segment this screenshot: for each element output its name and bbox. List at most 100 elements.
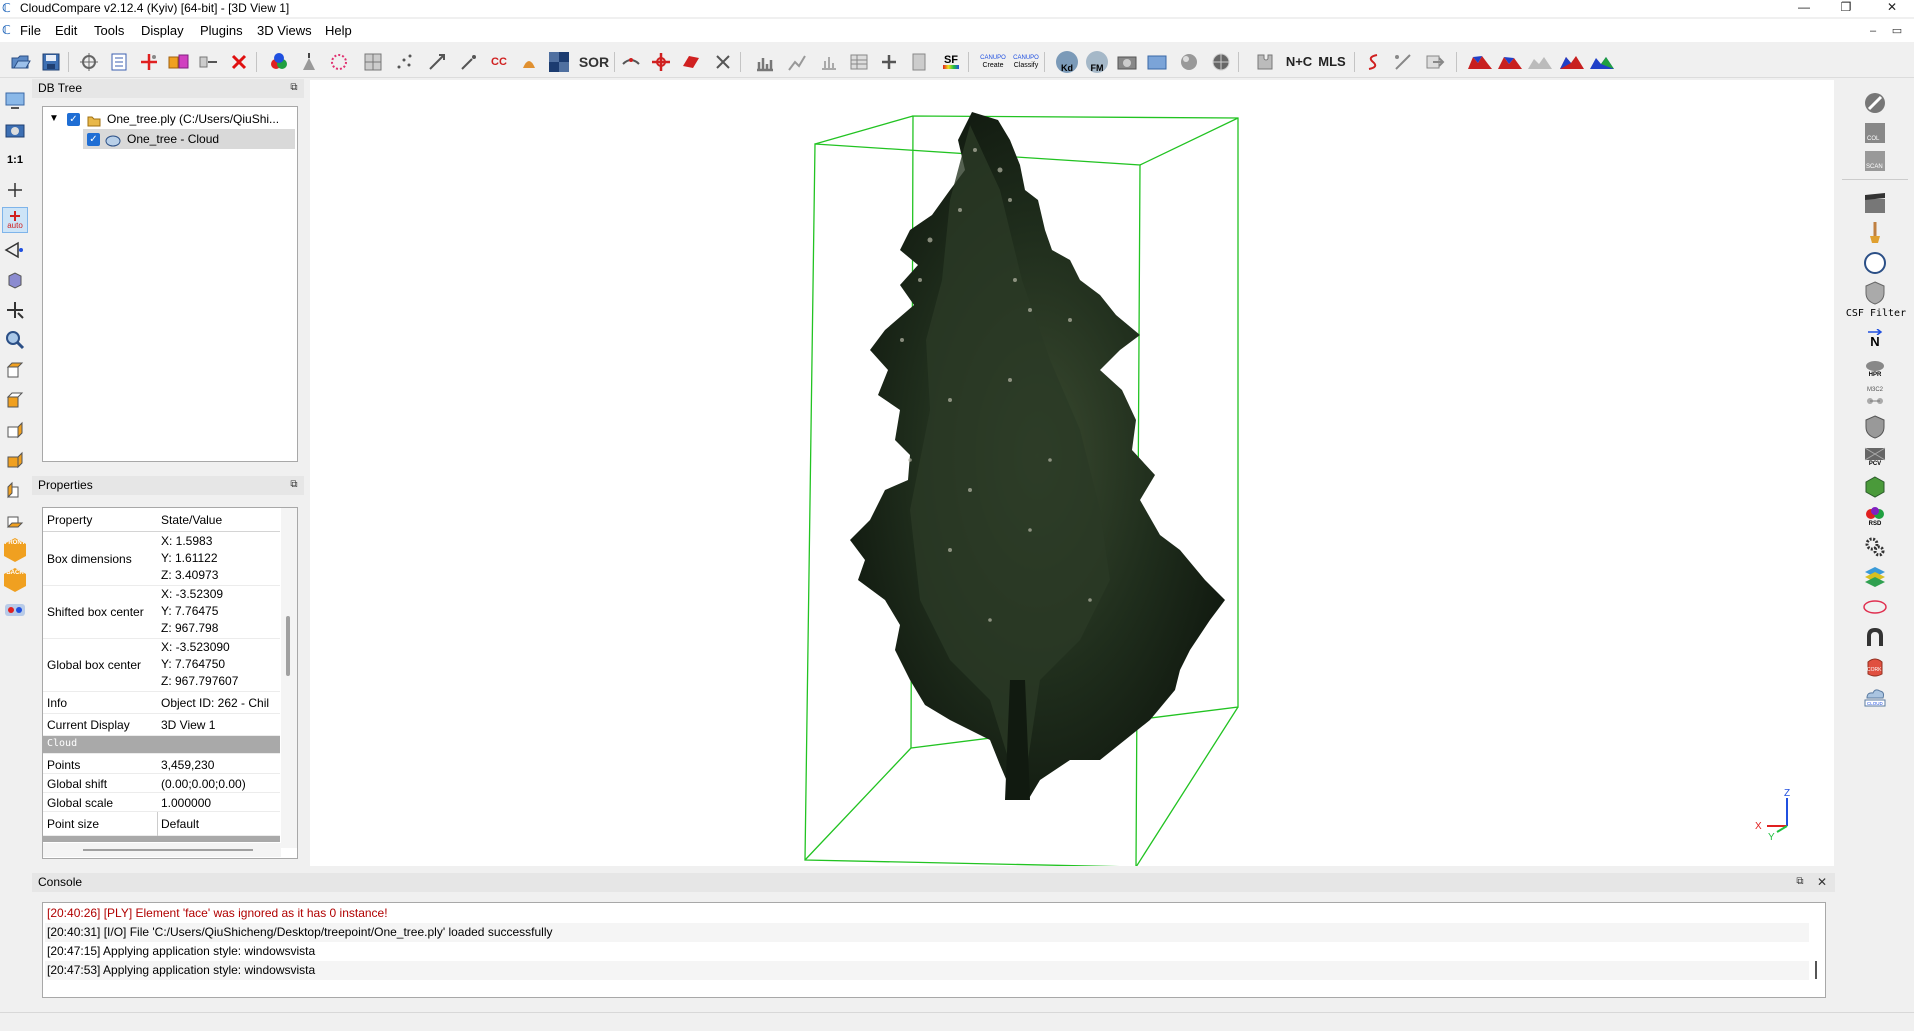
rsd-icon[interactable]: RSD — [1861, 504, 1889, 530]
export-icon[interactable] — [1424, 51, 1446, 73]
stereo-icon[interactable] — [2, 597, 28, 623]
mdi-minimize-icon[interactable]: – — [1862, 22, 1884, 40]
camera-icon[interactable] — [1116, 51, 1138, 73]
cross-section-icon[interactable] — [620, 51, 642, 73]
tree-item-cloud[interactable]: ✓ One_tree - Cloud — [83, 129, 295, 149]
cloud-layers-icon[interactable]: CLOUD — [1861, 684, 1889, 710]
console-close-icon[interactable]: ✕ — [1815, 875, 1829, 889]
cork-icon[interactable]: CORK — [1861, 654, 1889, 680]
pivot-icon[interactable] — [2, 177, 28, 203]
octree-icon[interactable] — [328, 51, 350, 73]
arch-icon[interactable] — [1861, 624, 1889, 650]
normals-icon[interactable] — [298, 51, 320, 73]
cloud-checkbox[interactable]: ✓ — [87, 133, 100, 146]
sample-points-icon[interactable] — [1392, 51, 1414, 73]
polyline-icon[interactable] — [786, 51, 808, 73]
ellipse-icon[interactable] — [1861, 594, 1889, 620]
view-iso-back-icon[interactable]: BACK — [2, 567, 28, 593]
fast-marching-icon[interactable]: FM — [1084, 51, 1110, 73]
hpr-icon[interactable]: HPR — [1861, 356, 1889, 382]
north-arrow-icon[interactable]: N — [1861, 326, 1889, 352]
calculator-icon[interactable] — [908, 51, 930, 73]
kdtree-icon[interactable]: Kd — [1054, 51, 1080, 73]
console-float-icon[interactable]: ⧉ — [1793, 875, 1807, 889]
puzzle-icon[interactable] — [1254, 51, 1276, 73]
subsample-icon[interactable] — [198, 51, 220, 73]
csf-filter-label[interactable]: CSF Filter — [1838, 308, 1914, 319]
expand-arrow-icon[interactable]: ▼ — [49, 109, 59, 129]
pcv-icon[interactable]: PCV — [1861, 444, 1889, 470]
points-scatter-icon[interactable] — [394, 51, 416, 73]
delete-icon[interactable] — [228, 51, 250, 73]
mdi-restore-icon[interactable]: ▭ — [1886, 22, 1908, 40]
merge-icon[interactable] — [168, 51, 190, 73]
view-iso-front-icon[interactable]: FRONT — [2, 537, 28, 563]
plane-icon[interactable] — [680, 51, 702, 73]
color-icon[interactable] — [268, 51, 290, 73]
scissors-icon[interactable] — [712, 51, 734, 73]
layers-icon[interactable] — [1861, 564, 1889, 590]
mls-icon[interactable]: MLS — [1316, 51, 1348, 73]
brush-icon[interactable] — [1861, 220, 1889, 246]
view-right-icon[interactable] — [2, 477, 28, 503]
perspective-icon[interactable] — [2, 237, 28, 263]
sf-icon[interactable]: SF — [938, 51, 964, 73]
menu-plugins[interactable]: Plugins — [200, 23, 243, 39]
spline-icon[interactable] — [1362, 51, 1384, 73]
m3c2-icon[interactable]: M3C2 — [1861, 384, 1889, 410]
menu-file[interactable]: File — [20, 23, 41, 39]
table-icon[interactable] — [848, 51, 870, 73]
console-scroll-handle[interactable] — [1815, 961, 1817, 979]
poisson-icon[interactable] — [1861, 474, 1889, 500]
add-icon[interactable] — [878, 51, 900, 73]
plugin-blue-icon[interactable] — [1558, 51, 1586, 73]
plugin-red-icon[interactable] — [1466, 51, 1494, 73]
maximize-icon[interactable]: ❐ — [1828, 0, 1864, 17]
canupo-create-icon[interactable]: CANUPO Create — [980, 51, 1006, 73]
menu-help[interactable]: Help — [325, 23, 352, 39]
menu-3d-views[interactable]: 3D Views — [257, 23, 312, 39]
col-icon[interactable]: COL — [1861, 120, 1889, 146]
render-icon[interactable] — [1146, 51, 1168, 73]
mesh-icon[interactable] — [362, 51, 384, 73]
view-back-icon[interactable] — [2, 447, 28, 473]
compass-icon[interactable] — [1861, 250, 1889, 276]
tree-item-root[interactable]: ▼ ✓ One_tree.ply (C:/Users/QiuShi... — [47, 109, 295, 129]
view-left-icon[interactable] — [2, 417, 28, 443]
clone-icon[interactable] — [78, 51, 100, 73]
view-bottom-icon[interactable] — [2, 507, 28, 533]
filter-shield-icon[interactable] — [1861, 414, 1889, 440]
save-icon[interactable] — [40, 51, 62, 73]
sphere-icon[interactable] — [1178, 51, 1200, 73]
plugin-gray-icon[interactable] — [1526, 51, 1554, 73]
view-front-icon[interactable] — [2, 387, 28, 413]
list-icon[interactable] — [108, 51, 130, 73]
clapperboard-icon[interactable] — [1861, 190, 1889, 216]
menu-tools[interactable]: Tools — [94, 23, 124, 39]
point-cloud-canvas[interactable]: Z X Y — [310, 80, 1834, 868]
properties-vscroll[interactable] — [281, 508, 297, 848]
shield-icon[interactable] — [1861, 280, 1889, 306]
zoom-icon[interactable] — [2, 327, 28, 353]
connected-components-icon[interactable]: CC — [488, 51, 510, 73]
histogram-icon[interactable] — [754, 51, 776, 73]
translate-icon[interactable] — [426, 51, 448, 73]
pan-icon[interactable] — [2, 297, 28, 323]
scalar-field-icon[interactable] — [518, 51, 540, 73]
dbtree-float-icon[interactable]: ⧉ — [287, 81, 301, 95]
screen-icon[interactable] — [2, 87, 28, 113]
gears-icon[interactable] — [1861, 534, 1889, 560]
point-size-combo[interactable]: Default — [161, 817, 279, 831]
auto-pivot-button[interactable]: auto — [2, 207, 28, 233]
view-top-icon[interactable] — [2, 357, 28, 383]
disable-icon[interactable] — [1861, 90, 1889, 116]
3d-view[interactable]: Z X Y — [310, 80, 1834, 868]
camera-snapshot-icon[interactable] — [2, 117, 28, 143]
checker-icon[interactable] — [548, 51, 570, 73]
move-icon[interactable] — [650, 51, 672, 73]
open-icon[interactable] — [10, 51, 32, 73]
canupo-classify-icon[interactable]: CANUPO Classify — [1012, 51, 1040, 73]
minimize-icon[interactable]: — — [1786, 0, 1822, 17]
plugin-red2-icon[interactable] — [1496, 51, 1524, 73]
sor-filter-icon[interactable]: SOR — [578, 51, 610, 73]
